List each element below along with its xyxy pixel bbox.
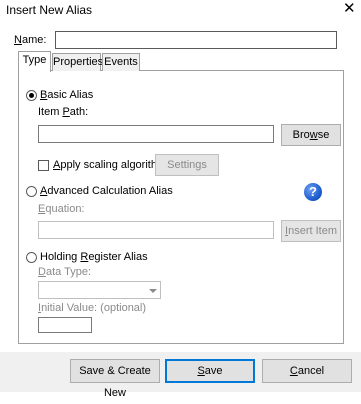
data-type-label: Data Type: — [38, 266, 91, 278]
chevron-down-icon[interactable] — [146, 282, 159, 298]
window-title: Insert New Alias — [6, 3, 93, 17]
cancel-rest: ancel — [297, 365, 325, 377]
tab-properties[interactable]: Properties — [52, 53, 103, 71]
apply-scaling-label-rest: pply scaling algorithm — [60, 159, 167, 171]
equation-rest: quation: — [45, 203, 85, 215]
item-path-input[interactable] — [38, 125, 274, 143]
item-path-mnemonic: P — [62, 106, 70, 118]
browse-mnemonic: w — [309, 129, 318, 141]
holding-register-label-rest: egister Alias — [88, 251, 148, 263]
item-path-label: Item Path: — [38, 106, 88, 118]
save-mnemonic: S — [197, 365, 205, 377]
save-button[interactable]: Save — [165, 359, 255, 383]
basic-alias-label-rest: asic Alias — [47, 89, 94, 101]
save-create-new-button[interactable]: Save & Create New — [70, 359, 160, 399]
close-icon[interactable]: ✕ — [343, 1, 356, 16]
browse-button[interactable]: Browse — [281, 124, 341, 146]
advanced-alias-label[interactable]: Advanced Calculation Alias — [40, 185, 173, 197]
insert-item-rest: nsert Item — [288, 225, 337, 237]
tab-events[interactable]: Events — [102, 53, 140, 71]
cancel-button[interactable]: Cancel — [262, 359, 352, 383]
name-label: Name: — [14, 34, 46, 46]
cancel-mnemonic: C — [289, 365, 298, 377]
data-type-rest: ata Type: — [45, 266, 92, 278]
apply-scaling-label[interactable]: Apply scaling algorithm — [53, 159, 166, 171]
equation-input[interactable] — [38, 221, 274, 239]
holding-register-prefix: Holding — [40, 251, 81, 263]
holding-register-alias-radio[interactable] — [26, 252, 37, 263]
item-path-prefix: Item — [38, 106, 63, 118]
advanced-alias-label-rest: dvanced Calculation Alias — [47, 185, 173, 197]
name-label-mnemonic: N — [14, 34, 22, 46]
save-rest: ave — [204, 365, 223, 377]
basic-alias-radio[interactable] — [26, 90, 37, 101]
browse-prefix: Bro — [292, 129, 310, 141]
data-type-mnemonic: D — [38, 266, 46, 278]
insert-item-button[interactable]: Insert Item — [281, 220, 341, 242]
settings-button[interactable]: Settings — [155, 154, 219, 176]
tab-type[interactable]: Type — [18, 51, 51, 72]
browse-rest: se — [317, 129, 330, 141]
advanced-alias-radio[interactable] — [26, 186, 37, 197]
help-icon[interactable]: ? — [304, 183, 322, 201]
name-input[interactable] — [55, 31, 337, 49]
initial-value-rest: nitial Value: (optional) — [41, 302, 147, 314]
data-type-select[interactable] — [38, 281, 161, 299]
basic-alias-label[interactable]: Basic Alias — [40, 89, 93, 101]
equation-label: Equation: — [38, 203, 85, 215]
name-label-rest: ame: — [21, 34, 47, 46]
holding-register-alias-label[interactable]: Holding Register Alias — [40, 251, 148, 263]
apply-scaling-checkbox[interactable] — [38, 160, 49, 171]
initial-value-input[interactable] — [38, 317, 92, 333]
item-path-rest: ath: — [69, 106, 89, 118]
initial-value-label: Initial Value: (optional) — [38, 302, 146, 314]
